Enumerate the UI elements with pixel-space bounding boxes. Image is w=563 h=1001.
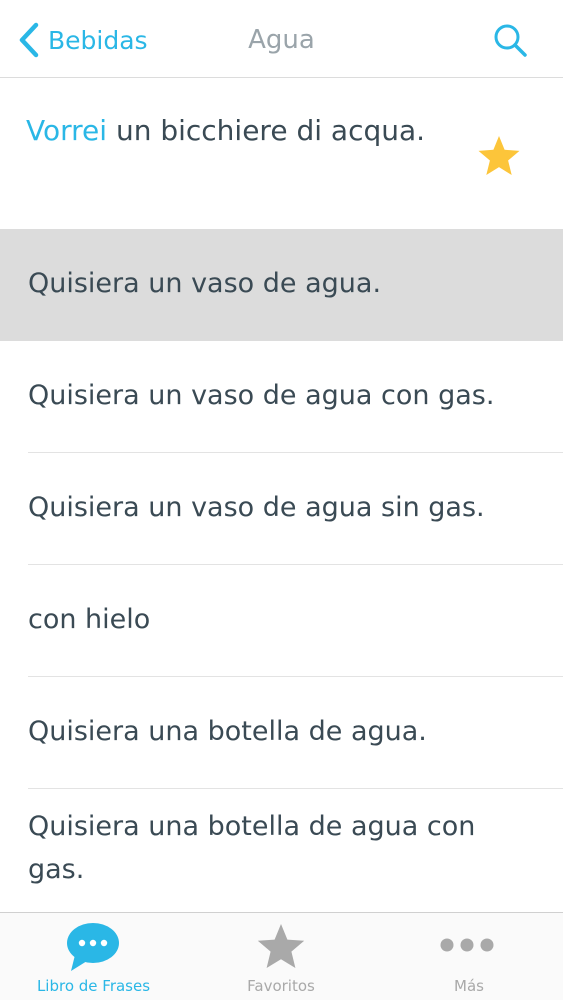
- search-button[interactable]: [490, 20, 530, 60]
- tab-mas[interactable]: Más: [375, 913, 563, 1001]
- tab-label: Más: [454, 977, 484, 995]
- tab-favoritos[interactable]: Favoritos: [187, 913, 375, 1001]
- phrase-text: Quisiera un vaso de agua sin gas.: [28, 492, 485, 523]
- featured-phrase-text: Vorrei un bicchiere di acqua.: [26, 107, 446, 154]
- phrase-row[interactable]: Quisiera una botella de agua con gas.: [0, 789, 563, 909]
- more-dots-icon: [440, 938, 494, 952]
- tab-bar: Libro de Frases Favoritos Más: [0, 912, 563, 1000]
- featured-rest-text: un bicchiere di acqua.: [107, 114, 426, 147]
- phrase-text: Quisiera un vaso de agua con gas.: [28, 380, 495, 411]
- search-icon: [494, 24, 527, 57]
- phrase-text: con hielo: [28, 604, 151, 635]
- phrase-row[interactable]: Quisiera un vaso de agua sin gas.: [0, 453, 563, 565]
- tab-libro-de-frases[interactable]: Libro de Frases: [0, 913, 187, 1001]
- phrase-row[interactable]: Quisiera un vaso de agua con gas.: [0, 341, 563, 453]
- chat-bubble-icon: [67, 923, 119, 971]
- phrase-row[interactable]: Quisiera un vaso de agua.: [0, 229, 563, 341]
- page-title: Agua: [248, 25, 315, 55]
- favorite-star-icon[interactable]: [476, 133, 522, 179]
- tab-label: Favoritos: [247, 977, 315, 995]
- phrase-text: Quisiera un vaso de agua.: [28, 268, 382, 299]
- phrase-row[interactable]: Quisiera una botella de agua.: [0, 677, 563, 789]
- phrase-row[interactable]: con hielo: [0, 565, 563, 677]
- star-icon: [257, 924, 305, 968]
- navigation-bar: Bebidas Agua: [0, 0, 563, 78]
- phrase-text: Quisiera una botella de agua con gas.: [28, 811, 476, 885]
- tab-label: Libro de Frases: [36, 977, 151, 995]
- featured-highlight-word: Vorrei: [26, 114, 108, 147]
- phrase-text: Quisiera una botella de agua.: [28, 716, 427, 747]
